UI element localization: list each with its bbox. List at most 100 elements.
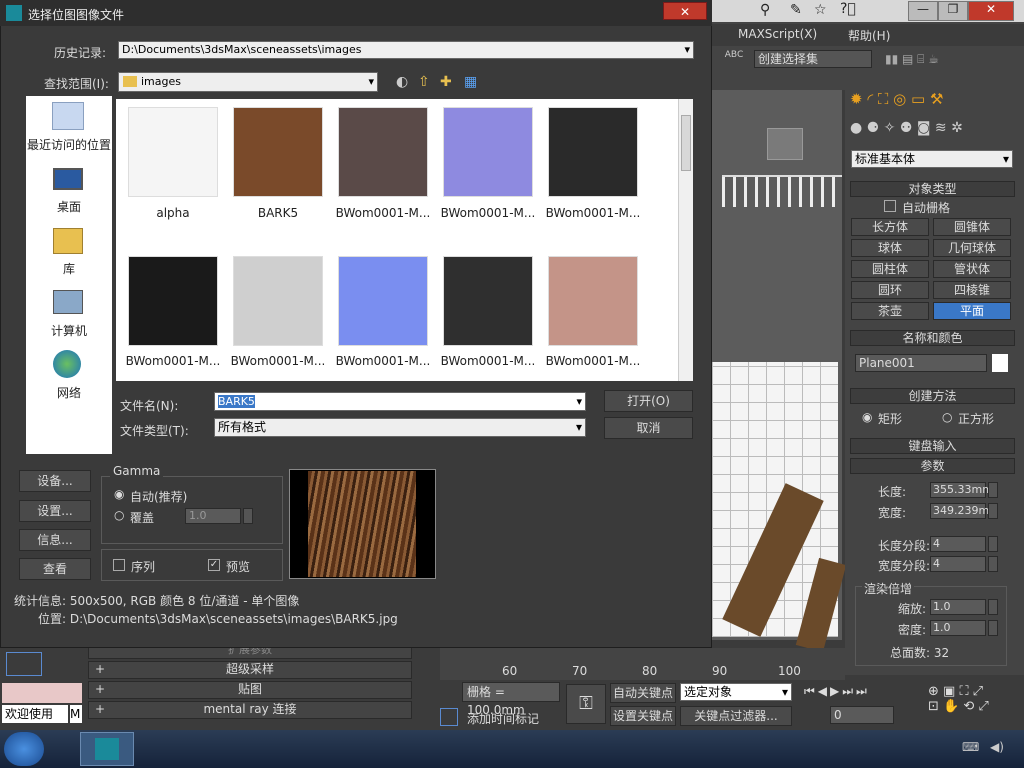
length-segs-spinner[interactable]	[988, 536, 998, 552]
rollout-mental-ray[interactable]: + mental ray 连接	[88, 701, 412, 719]
set-key-button[interactable]: 设置关键点	[610, 706, 676, 726]
recent-places-icon[interactable]	[52, 102, 84, 130]
object-color-swatch[interactable]	[992, 354, 1008, 372]
auto-key-button[interactable]: 自动关键点	[610, 683, 676, 703]
view-button[interactable]: 查看	[19, 558, 91, 580]
playback-controls[interactable]: ⏮◀▶⏭⏭	[804, 684, 924, 702]
menu-help[interactable]: 帮助(H)	[848, 27, 890, 44]
file-list-scrollbar[interactable]	[678, 99, 693, 381]
sphere-button[interactable]: 球体	[851, 239, 929, 257]
scrollbar-thumb[interactable]	[681, 115, 691, 171]
main-toolbar-icons[interactable]: ▮▮ ▤ ⌸ ☕	[885, 52, 1015, 72]
help-icon[interactable]: ?⃝	[840, 1, 856, 17]
teapot-button[interactable]: 茶壶	[851, 302, 929, 320]
create-category-icons[interactable]: ● ⚈ ✧ ⚉ ◙ ≋ ✲	[850, 120, 1018, 144]
geosphere-button[interactable]: 几何球体	[933, 239, 1011, 257]
new-folder-icon[interactable]: ✚	[440, 74, 452, 90]
devices-button[interactable]: 设备...	[19, 470, 91, 492]
length-spinner[interactable]	[988, 482, 998, 498]
frame-field[interactable]: 0	[830, 706, 894, 724]
setup-button[interactable]: 设置...	[19, 500, 91, 522]
viewport-nav-icons[interactable]: ⊕ ▣ ⛶ ⤢ ⊡ ✋ ⟲ ⤢	[928, 684, 1024, 728]
add-time-tag[interactable]: 添加时间标记	[467, 710, 539, 727]
lookin-dropdown[interactable]: images ▾	[118, 72, 378, 92]
object-name-field[interactable]: Plane001	[855, 354, 987, 372]
rollout-name-color[interactable]: 名称和颜色	[850, 330, 1015, 346]
density-field[interactable]: 1.0	[930, 620, 986, 636]
place-desktop[interactable]: 桌面	[26, 198, 112, 215]
box-button[interactable]: 长方体	[851, 218, 929, 236]
back-icon[interactable]: ◐	[396, 74, 408, 90]
gamma-override-radio[interactable]: ○	[114, 508, 124, 522]
thumb-alpha[interactable]	[128, 107, 218, 197]
place-library[interactable]: 库	[26, 260, 112, 277]
cylinder-button[interactable]: 圆柱体	[851, 260, 929, 278]
square-radio[interactable]: ○	[942, 410, 952, 424]
place-network[interactable]: 网络	[26, 384, 112, 401]
gamma-value-field[interactable]: 1.0	[185, 508, 241, 524]
time-tag-icon[interactable]	[440, 708, 458, 726]
tube-button[interactable]: 管状体	[933, 260, 1011, 278]
key-icon[interactable]: ⚿	[566, 684, 606, 724]
computer-icon[interactable]	[53, 290, 83, 314]
place-computer[interactable]: 计算机	[26, 322, 112, 339]
gamma-spinner[interactable]	[243, 508, 253, 524]
star-icon[interactable]: ☆	[814, 2, 827, 18]
filename-input[interactable]: BARK5 ▾	[214, 392, 586, 411]
thumb-bwom-3[interactable]	[548, 107, 638, 197]
key-filter-button[interactable]: 关键点过滤器...	[680, 706, 792, 726]
thumb-bwom-7[interactable]	[443, 256, 533, 346]
rollout-creation-method[interactable]: 创建方法	[850, 388, 1015, 404]
thumb-bwom-4[interactable]	[128, 256, 218, 346]
rect-radio[interactable]: ◉	[862, 410, 872, 424]
length-field[interactable]: 355.33mm	[930, 482, 993, 498]
scale-field[interactable]: 1.0	[930, 599, 986, 615]
pyramid-button[interactable]: 四棱锥	[933, 281, 1011, 299]
speaker-icon[interactable]: ◀)	[990, 740, 1004, 754]
density-spinner[interactable]	[988, 620, 998, 636]
filetype-dropdown[interactable]: 所有格式 ▾	[214, 418, 586, 437]
cancel-button[interactable]: 取消	[604, 417, 693, 439]
thumb-bwom-1[interactable]	[338, 107, 428, 197]
torus-button[interactable]: 圆环	[851, 281, 929, 299]
dialog-close-button[interactable]: ✕	[663, 2, 707, 20]
selection-set-field[interactable]: 创建选择集	[754, 50, 872, 68]
rollout-parameters[interactable]: 参数	[850, 458, 1015, 474]
width-field[interactable]: 349.239m	[930, 503, 989, 519]
rollout-maps[interactable]: + 贴图	[88, 681, 412, 699]
close-button[interactable]: ✕	[968, 1, 1014, 21]
max-script-listener[interactable]	[2, 683, 82, 703]
thumb-bwom-8[interactable]	[548, 256, 638, 346]
width-segs-field[interactable]: 4	[930, 556, 986, 572]
scale-spinner[interactable]	[988, 599, 998, 615]
network-icon[interactable]	[53, 350, 81, 378]
thumb-bwom-5[interactable]	[233, 256, 323, 346]
binoculars-icon[interactable]: ⚲	[760, 2, 770, 18]
rollout-object-type[interactable]: 对象类型	[850, 181, 1015, 197]
thumb-bark5[interactable]	[233, 107, 323, 197]
abc-icon[interactable]: ABC	[722, 50, 746, 76]
thumb-bwom-2[interactable]	[443, 107, 533, 197]
rollout-supersampling[interactable]: + 超级采样	[88, 661, 412, 679]
width-spinner[interactable]	[988, 503, 998, 519]
length-segs-field[interactable]: 4	[930, 536, 986, 552]
thumb-bwom-6[interactable]	[338, 256, 428, 346]
time-ruler[interactable]: 60 70 80 90 100	[440, 648, 845, 680]
primitive-type-dropdown[interactable]: 标准基本体 ▾	[851, 150, 1013, 168]
auto-grid-checkbox[interactable]	[884, 200, 896, 212]
minimize-button[interactable]: —	[908, 1, 938, 21]
panel-tabs-icons[interactable]: ✹ ◜ ⛶ ◎ ▭ ⚒	[850, 90, 1018, 114]
rollout-keyboard-entry[interactable]: 键盘输入	[850, 438, 1015, 454]
width-segs-spinner[interactable]	[988, 556, 998, 572]
history-dropdown[interactable]: D:\Documents\3dsMax\sceneassets\images ▾	[118, 41, 694, 59]
place-recent[interactable]: 最近访问的位置	[26, 136, 112, 153]
taskbar-max-app[interactable]	[80, 732, 134, 766]
maximize-button[interactable]: ❐	[938, 1, 968, 21]
tools-icon[interactable]: ✎	[790, 2, 802, 18]
key-mode-dropdown[interactable]: 选定对象 ▾	[680, 683, 792, 701]
keyboard-icon[interactable]: ⌨	[962, 740, 979, 754]
library-icon[interactable]	[53, 228, 83, 254]
sequence-checkbox[interactable]	[113, 559, 125, 571]
up-folder-icon[interactable]: ⇧	[418, 74, 430, 90]
view-menu-icon[interactable]: ▦	[464, 74, 477, 90]
